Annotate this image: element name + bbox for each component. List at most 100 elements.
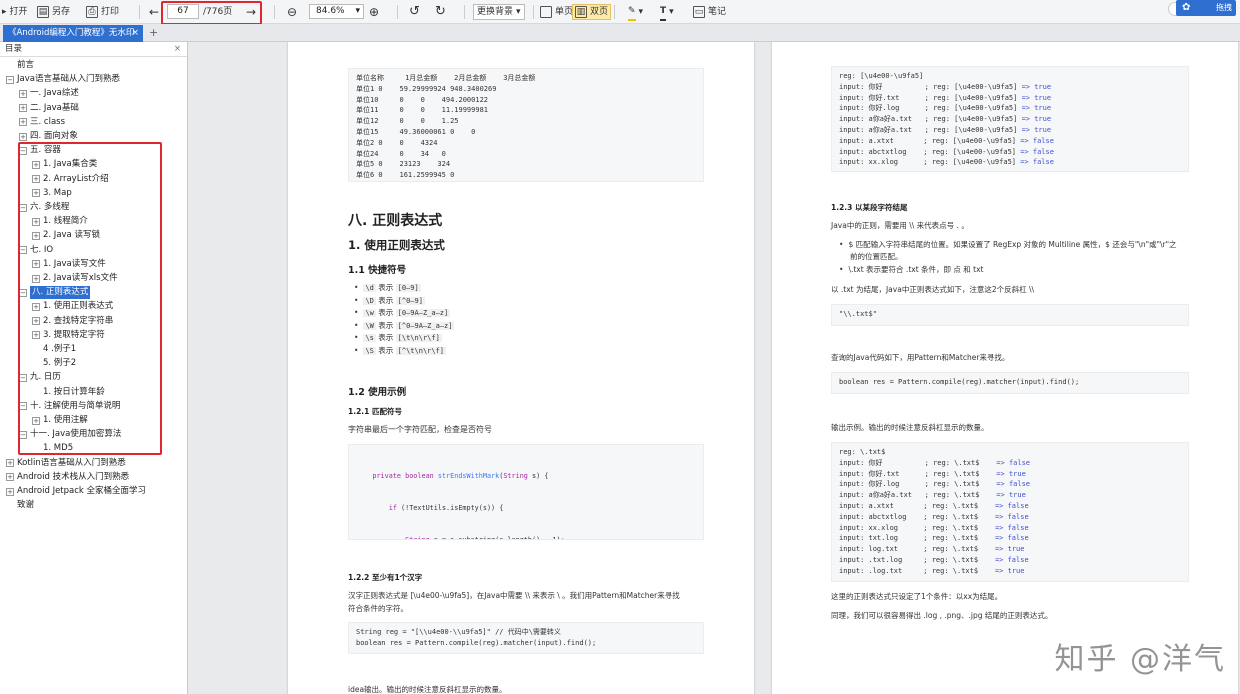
toc-sidebar: 目录 × 前言 − Java语言基础从入门到熟悉 + 一. Java综述 + 二. Java… (0, 42, 188, 694)
code-line: input: abctxtlog ; reg: \.txt$ => false (839, 512, 1029, 521)
reg-code-block: String reg = "[\\u4e00-\\u9fa5]" // 代码中\… (348, 622, 704, 654)
bool-result: => true (1021, 125, 1052, 134)
match-description: 字符串最后一个字符匹配，检查是否符号 (348, 425, 492, 434)
shortcut-text: 表示 (375, 308, 396, 318)
left-page: 单位名称 1月总金额 2月总金额 3月总金额 单位1 0 59.29999924… (288, 42, 754, 694)
chinese-description-2: 符合条件的字符。 (348, 604, 408, 613)
rotate-left-button[interactable]: ↺ (409, 4, 420, 20)
chevron-down-icon: ▾ (516, 7, 521, 17)
toolbar: ▸ 打开 ▤ 另存 ⎙ 打印 ← 67 /776页 → ⊖ 84.6% ▾ ⊕ … (0, 0, 1240, 25)
expand-icon[interactable]: + (6, 473, 14, 482)
txt-regex-code-block: "\\.txt$" (831, 304, 1189, 326)
shortcut-item: \w 表示 [0—9A—Z_a—z] (354, 307, 451, 318)
rotate-right-button[interactable]: ↻ (435, 4, 446, 20)
chevron-down-icon: ▾ (669, 7, 674, 17)
expand-icon[interactable]: + (19, 118, 27, 127)
subsection-chinese: 1.2.2 至少有1个汉字 (348, 573, 423, 582)
expand-icon[interactable]: + (19, 89, 27, 98)
zoom-in-button[interactable]: ⊕ (369, 4, 379, 20)
rotate-left-icon: ↺ (409, 4, 420, 19)
toc-item-label: Android 技术栈从入门到熟悉 (17, 471, 130, 482)
toc-item[interactable]: + 二. Java基础 (19, 102, 79, 115)
shortcut-item: \D 表示 [^0—9] (354, 295, 425, 306)
toc-item[interactable]: + Android 技术栈从入门到熟悉 (6, 471, 129, 484)
expand-icon[interactable]: + (19, 132, 27, 141)
shortcut-code: \d (363, 284, 376, 292)
conclusion-2: 同理，我们可以很容易得出 .log , .png、.jpg 结尾的正则表达式。 (831, 611, 1053, 620)
toc-item[interactable]: 致谢 (6, 499, 34, 512)
shortcut-value: [\t\n\r\f] (395, 334, 442, 343)
clover-logo-icon: ✿ (1182, 2, 1191, 13)
toc-item[interactable]: + Android Jetpack 全家桶全面学习 (6, 485, 146, 498)
code-line: input: a.xtxt ; reg: [\u4e00-\u9fa5] => … (839, 136, 1054, 145)
printer-icon: ⎙ (86, 6, 98, 18)
bool-result: => true (996, 469, 1026, 478)
java-find-description: 查询的Java代码如下，用Pattern和Matcher来寻找。 (831, 353, 1010, 362)
bool-result: => false (1020, 147, 1054, 156)
single-page-icon (540, 6, 552, 18)
dollar-bullet-cont: 前的位置匹配。 (850, 252, 903, 261)
app-logo[interactable]: ✿ 拖拽 (1176, 0, 1236, 16)
shortcut-text: 表示 (375, 295, 396, 305)
shortcut-text: 表示 (375, 283, 396, 292)
collapse-icon[interactable]: − (6, 75, 14, 84)
code-line: input: 你好.log ; reg: \.txt$ => false (839, 480, 1031, 489)
txt-bullet: \.txt 表示要符合 .txt 条件，即 点 和 txt (839, 264, 983, 275)
code-line: input: .log.txt ; reg: \.txt$ => true (839, 566, 1025, 575)
toc-item-label: 三. class (30, 116, 66, 127)
expand-icon[interactable]: + (6, 459, 14, 468)
add-tab-button[interactable]: + (149, 25, 158, 41)
code-line: reg: \.txt$ (839, 448, 886, 456)
toc-item[interactable]: − Java语言基础从入门到熟悉 (6, 73, 120, 86)
expand-icon[interactable]: + (6, 487, 14, 496)
notes-button[interactable]: ▭ 笔记 (693, 4, 726, 20)
document-tab[interactable]: 《Android编程入门教程》无水印 × (3, 25, 143, 42)
toc-item[interactable]: + 一. Java综述 (19, 87, 79, 100)
toc-item[interactable]: 前言 (6, 59, 34, 72)
save-as-button[interactable]: ▤ 另存 (37, 4, 70, 20)
expand-icon[interactable]: + (19, 104, 27, 113)
background-select[interactable]: 更换背景 ▾ (473, 4, 525, 20)
subsection-ends-with: 1.2.3 以某段字符结尾 (831, 203, 908, 212)
shortcut-value: [0—9A—Z_a—z] (395, 309, 451, 318)
shortcut-value: [^\t\n\r\f] (395, 347, 447, 355)
code-line: input: xx.xlog ; reg: \.txt$ => false (839, 523, 1029, 532)
zoom-out-button[interactable]: ⊖ (287, 4, 297, 20)
highlight-pen-button[interactable]: ✎ ▾ (628, 4, 643, 21)
idea-output-note: idea输出。输出的时候注意反斜杠显示的数量。 (348, 685, 507, 694)
toc-item-label: 前言 (17, 60, 35, 70)
output-code-block-1: reg: [\u4e00-\u9fa5] input: 你好 ; reg: [\u… (831, 66, 1189, 172)
text-color-icon: T (660, 3, 667, 21)
shortcut-code: \s (363, 334, 376, 343)
open-button[interactable]: ▸ 打开 (2, 4, 28, 20)
zoom-in-icon: ⊕ (369, 5, 380, 19)
bool-result: => true (1021, 115, 1052, 124)
shortcut-item: \d 表示 [0—9] (354, 282, 421, 293)
toc-item[interactable]: + 三. class (19, 116, 65, 129)
code-line: String e = s.substring(s.length() - 1); (356, 535, 696, 539)
bool-result: => false (994, 501, 1029, 510)
document-view: 单位名称 1月总金额 2月总金额 3月总金额 单位1 0 59.29999924… (189, 42, 1240, 694)
shortcut-value: [0—9] (395, 284, 421, 292)
close-icon[interactable]: × (131, 25, 139, 42)
double-page-button[interactable]: ▥ 双页 (572, 4, 612, 20)
code-line: input: 你好 ; reg: \.txt$ => false (839, 458, 1031, 467)
subsection-shortcuts: 1.1 快捷符号 (348, 265, 407, 276)
open-folder-icon: ▸ (2, 7, 7, 17)
toc-item[interactable]: + Kotlin语言基础从入门到熟悉 (6, 457, 126, 470)
code-line: input: a你a好a.txt ; reg: [\u4e00-\u9fa5] … (839, 115, 1052, 124)
notes-icon: ▭ (693, 6, 705, 18)
text-color-button[interactable]: T ▾ (660, 3, 674, 21)
code-line: input: a你a好a.txt ; reg: [\u4e00-\u9fa5] … (839, 125, 1052, 134)
bool-result: => false (1020, 136, 1054, 145)
toc-item-label: 一. Java综述 (30, 88, 79, 99)
code-line: input: .txt.log ; reg: \.txt$ => false (839, 555, 1029, 564)
print-button[interactable]: ⎙ 打印 (86, 4, 119, 20)
highlight-box-toc (18, 142, 162, 455)
toc-header: 目录 × (0, 42, 187, 57)
close-icon[interactable]: × (174, 42, 181, 57)
toc-item-label: Android Jetpack 全家桶全面学习 (17, 486, 147, 496)
zoom-select[interactable]: 84.6% ▾ (309, 4, 364, 19)
single-page-button[interactable]: 单页 (540, 4, 573, 20)
prev-page-button[interactable]: ← (149, 4, 159, 20)
